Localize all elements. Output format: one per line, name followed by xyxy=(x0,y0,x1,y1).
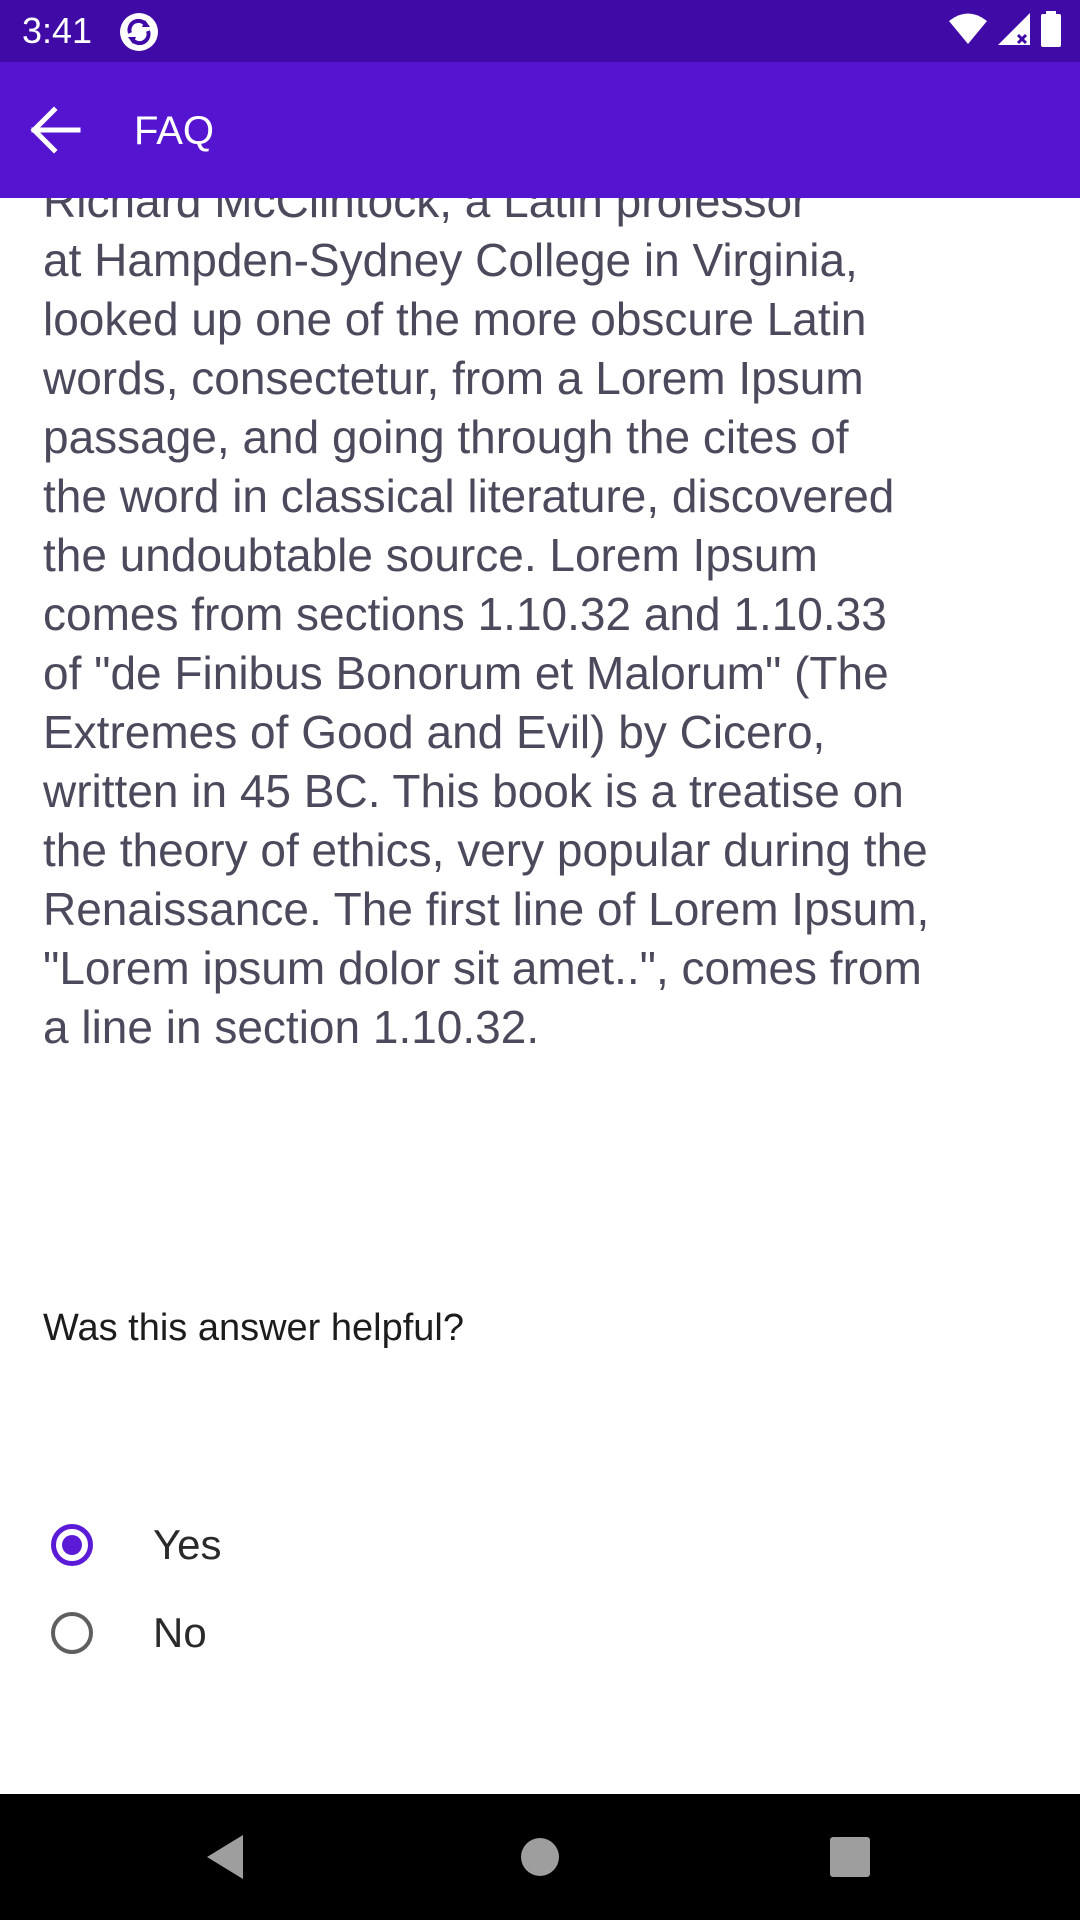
status-icons xyxy=(948,10,1062,52)
nav-home-button[interactable] xyxy=(480,1794,600,1920)
nav-home-icon xyxy=(521,1838,559,1876)
radio-option-no[interactable]: No xyxy=(40,1595,440,1671)
radio-checked-icon[interactable] xyxy=(51,1524,93,1566)
sync-app-icon xyxy=(118,11,160,53)
cellular-signal-icon xyxy=(996,11,1032,52)
status-time: 3:41 xyxy=(22,10,93,51)
radio-label-no: No xyxy=(153,1609,207,1656)
nav-recents-button[interactable] xyxy=(790,1794,910,1920)
radio-option-yes[interactable]: Yes xyxy=(40,1507,440,1583)
page-title: FAQ xyxy=(134,109,215,153)
wifi-icon xyxy=(948,12,988,51)
faq-content[interactable]: Richard McClintock, a Latin professor at… xyxy=(0,198,1080,1794)
app-bar: FAQ xyxy=(0,62,1080,198)
back-button[interactable] xyxy=(22,96,90,164)
radio-unchecked-icon[interactable] xyxy=(51,1612,93,1654)
helpful-question: Was this answer helpful? xyxy=(43,1307,465,1349)
nav-recents-icon xyxy=(830,1837,870,1877)
radio-label-yes: Yes xyxy=(153,1521,222,1568)
arrow-left-icon xyxy=(30,106,81,154)
battery-icon xyxy=(1040,10,1062,52)
nav-back-icon xyxy=(207,1835,243,1879)
faq-answer-text: Richard McClintock, a Latin professor at… xyxy=(43,198,930,1053)
nav-back-button[interactable] xyxy=(165,1794,285,1920)
system-nav-bar xyxy=(0,1794,1080,1920)
status-bar: 3:41 xyxy=(0,0,1080,62)
